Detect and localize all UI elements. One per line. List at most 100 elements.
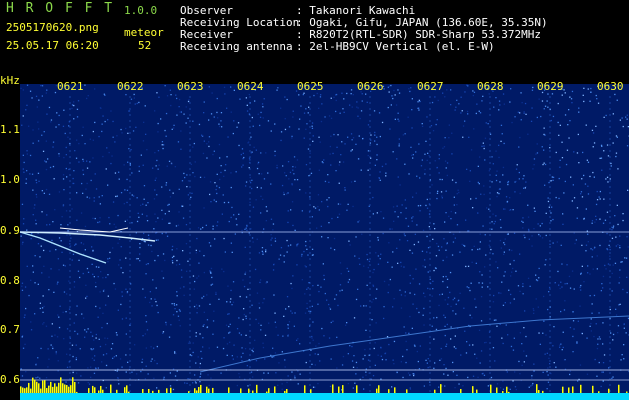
noise-dot — [586, 373, 589, 375]
noise-dot — [258, 252, 261, 254]
noise-dot — [530, 120, 533, 122]
noise-dot — [565, 163, 568, 166]
noise-dot — [596, 255, 598, 257]
signal-level-bar — [200, 384, 202, 393]
noise-dot — [519, 332, 521, 334]
noise-dot — [376, 212, 378, 214]
noise-dot — [404, 291, 406, 293]
noise-dot — [274, 312, 276, 314]
noise-dot — [107, 119, 109, 121]
noise-dot — [45, 188, 48, 191]
noise-dot — [272, 347, 274, 349]
noise-dot — [505, 324, 507, 326]
signal-level-bar — [476, 389, 478, 393]
noise-dot — [328, 115, 331, 117]
noise-dot — [371, 301, 373, 303]
noise-dot — [479, 271, 481, 273]
noise-dot — [563, 359, 566, 361]
noise-dot — [192, 342, 194, 344]
noise-dot — [271, 356, 273, 358]
noise-dot — [232, 301, 235, 303]
noise-dot — [499, 181, 501, 183]
noise-dot — [535, 298, 537, 300]
noise-dot — [622, 125, 624, 128]
noise-dot — [581, 244, 583, 246]
noise-dot — [228, 313, 230, 315]
noise-dot — [583, 174, 585, 177]
noise-dot — [524, 102, 527, 105]
noise-dot — [555, 196, 557, 199]
noise-dot — [308, 106, 310, 108]
noise-dot — [452, 371, 454, 373]
noise-dot — [233, 89, 235, 91]
noise-dot — [45, 140, 47, 142]
noise-dot — [523, 361, 525, 363]
noise-dot — [625, 257, 628, 259]
noise-dot — [22, 168, 24, 170]
noise-dot — [255, 149, 257, 151]
noise-dot — [506, 371, 508, 373]
noise-dot — [105, 304, 107, 306]
noise-dot — [194, 161, 196, 163]
noise-dot — [180, 111, 182, 113]
noise-dot — [260, 152, 262, 154]
noise-dot — [99, 203, 101, 205]
noise-dot — [347, 382, 349, 385]
noise-dot — [77, 382, 80, 384]
noise-dot — [361, 93, 363, 95]
noise-dot — [203, 112, 205, 114]
signal-level-bar — [252, 390, 254, 393]
noise-dot — [39, 377, 41, 379]
noise-dot — [109, 251, 111, 254]
noise-dot — [223, 270, 225, 273]
noise-dot — [221, 126, 223, 128]
signal-level-bar — [126, 385, 128, 393]
noise-dot — [417, 205, 420, 207]
noise-dot — [262, 253, 264, 255]
noise-dot — [593, 142, 596, 144]
noise-dot — [333, 237, 336, 240]
noise-dot — [139, 246, 141, 249]
noise-dot — [349, 104, 351, 106]
noise-dot — [274, 123, 276, 125]
noise-dot — [587, 265, 589, 267]
noise-dot — [101, 327, 103, 329]
noise-dot — [545, 334, 547, 336]
noise-dot — [221, 268, 223, 270]
signal-level-bar — [284, 390, 286, 393]
noise-dot — [542, 371, 544, 373]
noise-dot — [238, 317, 240, 319]
noise-dot — [311, 122, 314, 124]
noise-dot — [91, 246, 93, 248]
noise-dot — [172, 388, 175, 391]
noise-dot — [270, 234, 272, 236]
noise-dot — [142, 140, 145, 142]
noise-dot — [516, 164, 518, 166]
noise-dot — [327, 205, 329, 208]
noise-dot — [626, 276, 628, 278]
noise-dot — [140, 204, 142, 206]
noise-dot — [426, 235, 428, 238]
noise-dot — [43, 192, 45, 194]
noise-dot — [462, 125, 465, 127]
noise-dot — [126, 219, 128, 221]
noise-dot — [553, 362, 555, 364]
signal-level-bar — [102, 389, 104, 393]
noise-dot — [212, 320, 215, 322]
noise-dot — [85, 331, 88, 333]
noise-dot — [180, 269, 183, 271]
noise-dot — [58, 237, 61, 239]
noise-dot — [21, 203, 24, 205]
noise-dot — [25, 178, 27, 180]
noise-dot — [504, 208, 506, 210]
noise-dot — [594, 358, 596, 361]
noise-dot — [452, 241, 455, 243]
noise-dot — [216, 111, 218, 114]
noise-dot — [184, 382, 186, 384]
noise-dot — [246, 229, 248, 231]
noise-dot — [319, 360, 321, 362]
noise-dot — [620, 261, 622, 263]
noise-dot — [449, 271, 452, 274]
noise-dot — [63, 109, 65, 111]
noise-dot — [599, 338, 601, 340]
